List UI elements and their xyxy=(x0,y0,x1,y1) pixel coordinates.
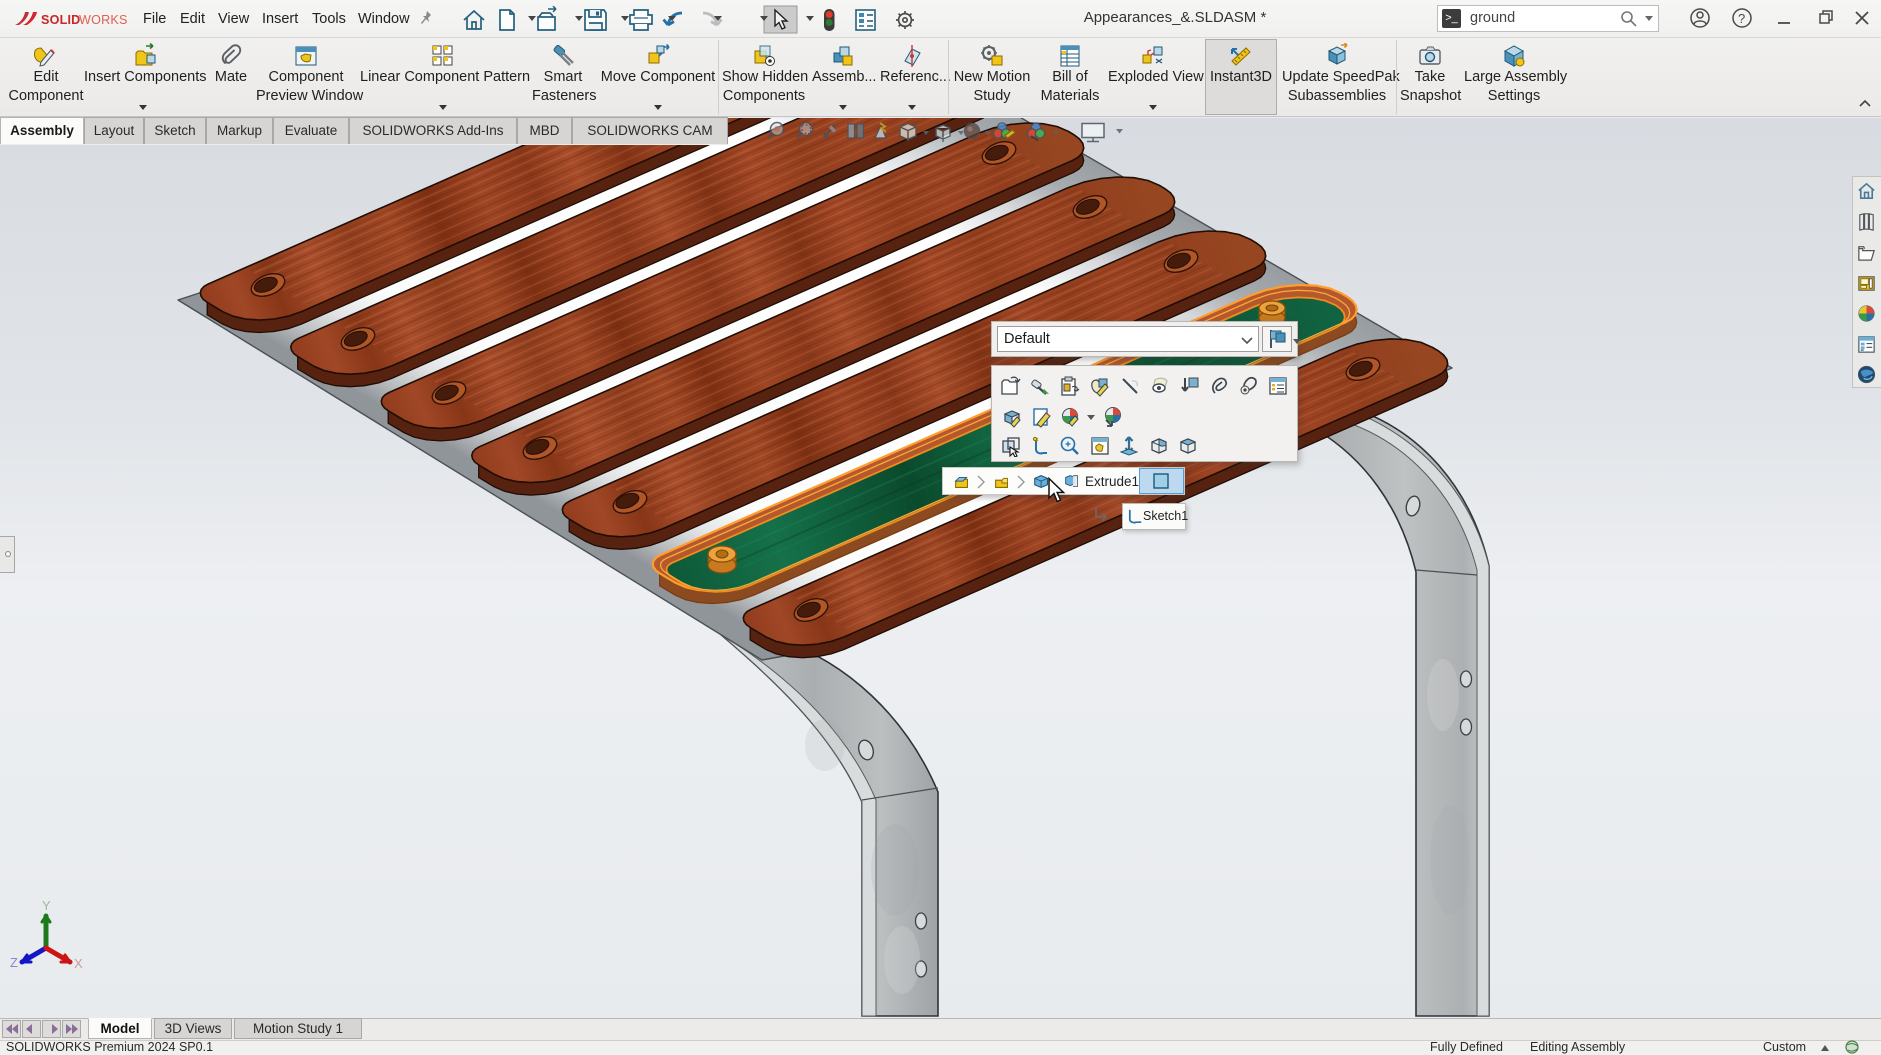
svg-text:Y: Y xyxy=(42,898,51,913)
svg-text:WORKS: WORKS xyxy=(79,13,128,27)
svg-text:Z: Z xyxy=(10,955,18,970)
svg-text:X: X xyxy=(74,956,83,971)
svg-text:SOLID: SOLID xyxy=(41,13,80,27)
svg-text:?: ? xyxy=(1738,11,1745,26)
